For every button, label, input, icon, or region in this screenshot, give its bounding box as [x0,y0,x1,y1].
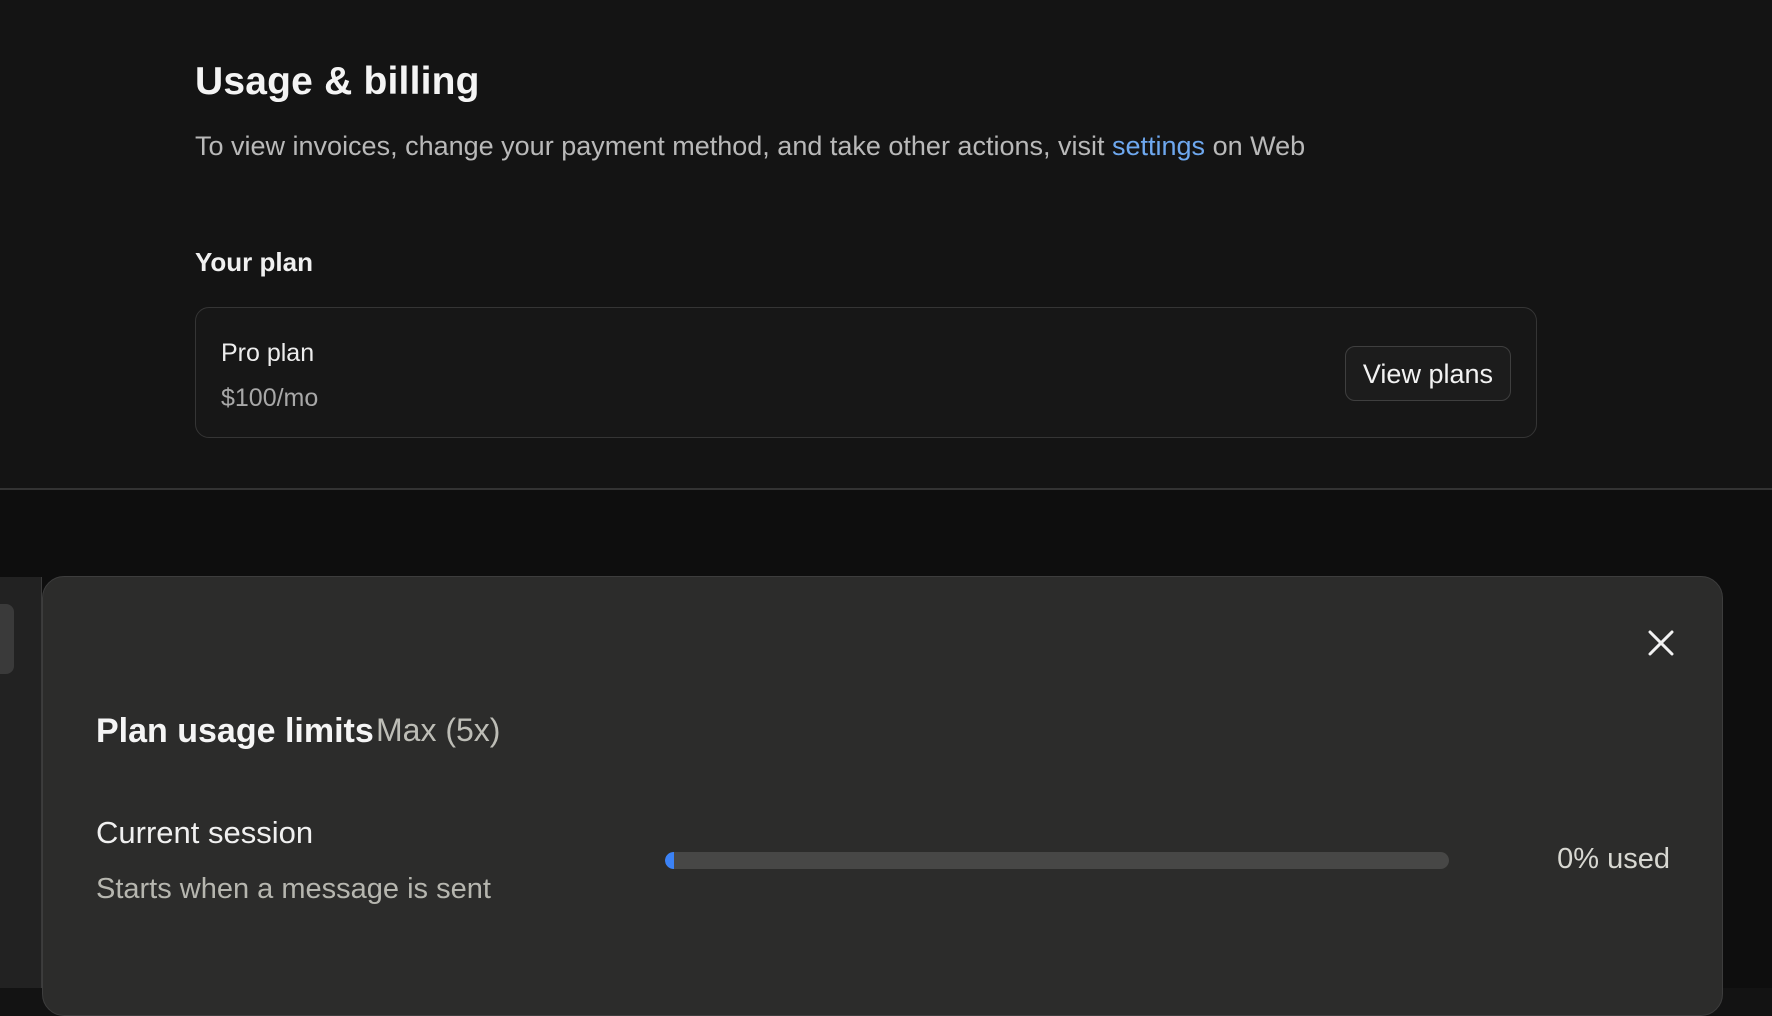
session-usage-progress-bar [665,852,1449,869]
close-icon [1648,630,1674,656]
close-button[interactable] [1640,622,1682,664]
plan-name: Pro plan [221,339,315,367]
current-session-subtitle: Starts when a message is sent [96,873,491,905]
view-plans-button[interactable]: View plans [1344,346,1511,401]
background-sidebar-tab [0,604,14,674]
page-title: Usage & billing [195,60,480,103]
page-description: To view invoices, change your payment me… [195,131,1305,162]
modal-title: Plan usage limits [96,712,374,750]
usage-billing-page: Usage & billing To view invoices, change… [0,0,1772,489]
your-plan-label: Your plan [195,247,313,277]
session-usage-label: 0% used [1557,843,1670,875]
plan-tier-label: Max (5x) [376,712,501,748]
description-prefix: To view invoices, change your payment me… [195,131,1112,161]
plan-usage-modal: Plan usage limits Max (5x) Current sessi… [42,576,1723,1016]
session-usage-progress-fill [665,852,674,869]
current-session-title: Current session [96,815,314,850]
settings-link[interactable]: settings [1112,131,1205,161]
plan-price: $100/mo [221,384,319,412]
description-suffix: on Web [1205,131,1306,161]
plan-card: Pro plan $100/mo View plans [195,307,1537,438]
